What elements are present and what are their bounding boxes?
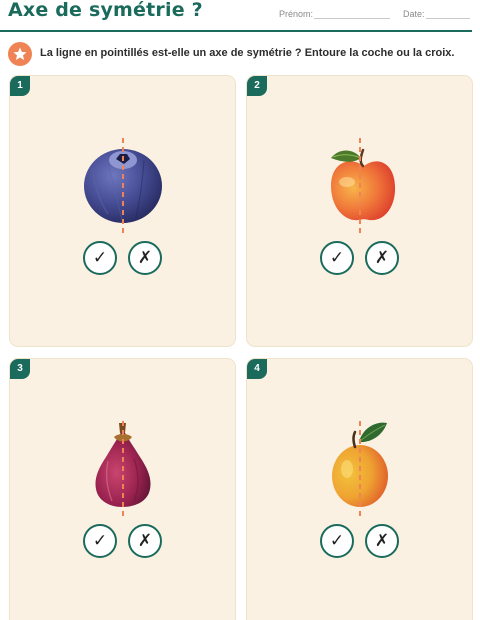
prenom-label: Prénom:	[279, 9, 314, 19]
card-number-badge: 4	[247, 359, 267, 379]
cross-choice[interactable]: ✗	[365, 524, 399, 558]
instruction: La ligne en pointillés est-elle un axe d…	[8, 42, 478, 66]
exercise-card-1: 1 ✓ ✗	[9, 75, 236, 347]
date-field[interactable]	[426, 18, 470, 19]
cross-choice[interactable]: ✗	[128, 241, 162, 275]
blueberry-image	[58, 126, 188, 256]
check-choice[interactable]: ✓	[320, 241, 354, 275]
prenom-field[interactable]	[314, 18, 390, 19]
exercise-card-3: 3 ✓ ✗	[9, 358, 236, 620]
card-number-badge: 3	[10, 359, 30, 379]
card-number-badge: 2	[247, 76, 267, 96]
apple-image	[295, 126, 425, 256]
instruction-text: La ligne en pointillés est-elle un axe d…	[40, 47, 455, 59]
page-title: Axe de symétrie ?	[8, 0, 203, 21]
check-choice[interactable]: ✓	[320, 524, 354, 558]
check-choice[interactable]: ✓	[83, 241, 117, 275]
header-divider	[0, 30, 472, 32]
check-choice[interactable]: ✓	[83, 524, 117, 558]
cross-choice[interactable]: ✗	[128, 524, 162, 558]
cross-choice[interactable]: ✗	[365, 241, 399, 275]
exercise-card-2: 2 ✓ ✗	[246, 75, 473, 347]
worksheet-header: Axe de symétrie ? Prénom: Date:	[0, 0, 480, 32]
card-number-badge: 1	[10, 76, 30, 96]
apricot-image	[295, 409, 425, 539]
star-icon	[8, 42, 32, 66]
exercise-card-4: 4 ✓ ✗	[246, 358, 473, 620]
date-label: Date:	[403, 9, 425, 19]
fig-image	[58, 409, 188, 539]
